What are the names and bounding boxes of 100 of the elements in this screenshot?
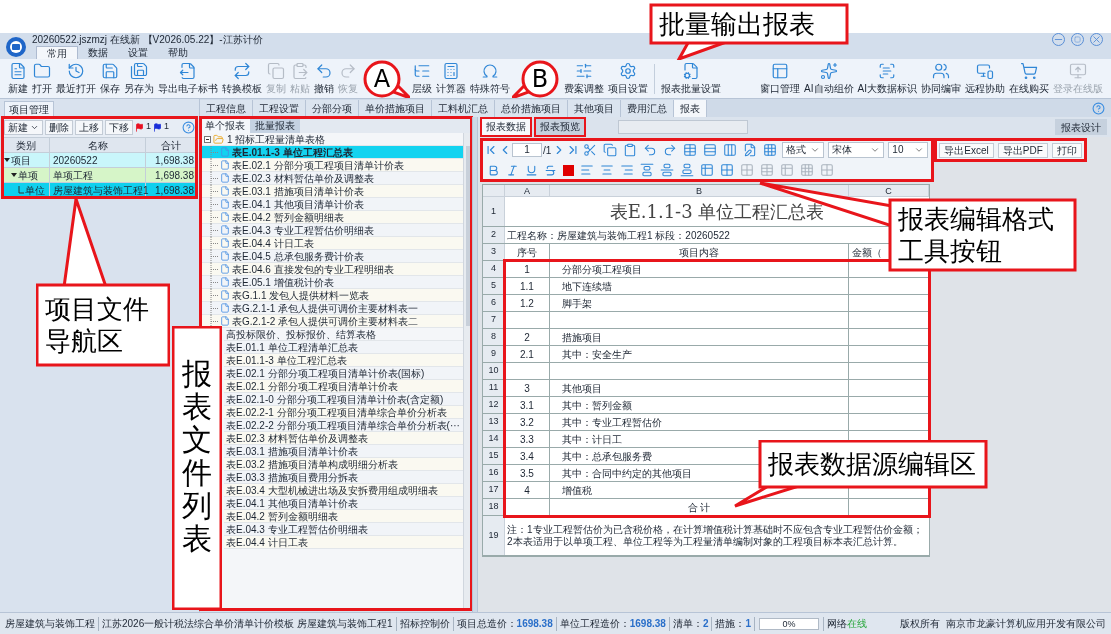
redo-icon[interactable] xyxy=(663,143,678,157)
report-item[interactable]: 表E.02.3 材料暂估单价及调整表 xyxy=(200,172,463,185)
undo-icon[interactable] xyxy=(643,143,658,157)
toolbar-button[interactable]: 窗口管理 xyxy=(758,59,803,98)
italic-icon[interactable] xyxy=(506,163,519,177)
module-tab[interactable]: 报表 xyxy=(674,100,707,117)
report-item[interactable]: 表E.03.3 措施项目费用分拆表 xyxy=(224,471,463,484)
size-select[interactable]: 10 xyxy=(888,142,929,158)
report-item[interactable]: 表E.03.1 措施项目清单计价表 xyxy=(224,445,463,458)
file-edit-icon[interactable] xyxy=(743,143,758,157)
report-view-button[interactable]: 报表数据 xyxy=(482,119,530,135)
app-logo-icon[interactable] xyxy=(5,36,27,58)
toolbar-button[interactable]: 远程协助 xyxy=(963,59,1007,98)
page-input[interactable]: 1 xyxy=(512,143,542,157)
close-icon[interactable] xyxy=(1090,33,1103,46)
toolbar-button[interactable]: 新建 xyxy=(6,59,30,98)
expanded-triangle-icon[interactable] xyxy=(11,172,17,178)
ribbon-tab[interactable]: 常用 xyxy=(36,46,78,59)
table-icon[interactable] xyxy=(760,163,774,177)
report-item[interactable]: 表G.2.1-1 承包人提供可调价主要材料表一 xyxy=(200,302,463,315)
report-item[interactable]: 表E.03.2 措施项目清单构成明细分析表 xyxy=(224,458,463,471)
help-icon[interactable] xyxy=(1092,102,1105,115)
column-header[interactable]: 名称 xyxy=(50,138,146,152)
toolbar-button[interactable]: AI自动组价 xyxy=(802,59,856,98)
report-item[interactable]: 表E.02.2-1 分部分项工程项目清单综合单价分析表 xyxy=(224,406,463,419)
toolbar-button[interactable]: 计算器 xyxy=(434,59,468,98)
flag-icon[interactable] xyxy=(153,122,162,132)
ribbon-tab[interactable]: 设置 xyxy=(118,46,158,59)
report-design-button[interactable]: 报表设计 xyxy=(1055,119,1107,135)
module-tab[interactable]: 费用汇总 xyxy=(621,100,674,117)
module-tab[interactable]: 工料机汇总 xyxy=(432,100,495,117)
toolbar-button[interactable]: 另存为 xyxy=(122,59,156,98)
scissors-icon[interactable] xyxy=(583,143,598,157)
copy-icon[interactable] xyxy=(603,143,618,157)
help-icon[interactable] xyxy=(182,120,195,134)
panel-tab[interactable]: 项目管理 xyxy=(4,101,54,117)
grid-icon[interactable] xyxy=(740,163,754,177)
style-select[interactable]: 格式 xyxy=(782,142,825,158)
ribbon-tab[interactable]: 数据 xyxy=(78,46,118,59)
underline-icon[interactable] xyxy=(525,163,538,177)
list-tab[interactable]: 批量报表 xyxy=(250,117,300,133)
table-icon[interactable] xyxy=(700,163,714,177)
toolbar-button[interactable]: 费案调整 xyxy=(562,59,606,98)
group-label[interactable]: 1 招标工程量清单表格 xyxy=(227,133,326,146)
align-bottom-icon[interactable] xyxy=(680,163,694,177)
report-item[interactable]: 表E.01.1-3 单位工程汇总表 xyxy=(224,354,463,367)
toolbar-button[interactable]: 特殊符号 xyxy=(468,59,512,98)
rows-icon[interactable] xyxy=(703,143,718,157)
panel-button[interactable]: 删除 xyxy=(45,119,73,135)
toolbar-button[interactable]: 撤销 xyxy=(312,59,336,98)
input-field[interactable] xyxy=(618,120,748,134)
report-item[interactable]: 表E.04.1 其他项目清单计价表 xyxy=(224,497,463,510)
toolbar-button[interactable]: 导出电子标书 xyxy=(156,59,220,98)
flag-icon[interactable] xyxy=(135,122,144,132)
report-item[interactable]: 表E.04.3 专业工程暂估价明细表 xyxy=(224,523,463,536)
column-header[interactable]: A xyxy=(504,185,550,196)
report-item[interactable]: 表G.1.1 发包人提供材料一览表 xyxy=(200,289,463,302)
toolbar-button[interactable]: 在线购买 xyxy=(1007,59,1051,98)
module-tab[interactable]: 其他项目 xyxy=(568,100,621,117)
report-item[interactable]: 表G.2.1-2 承包人提供可调价主要材料表二 xyxy=(200,315,463,328)
report-item[interactable]: 表E.02.2-2 分部分项工程项目清单综合单价分析表(··· xyxy=(224,419,463,432)
toolbar-button[interactable]: 报表批量设置 xyxy=(659,59,723,98)
table-icon[interactable] xyxy=(780,163,794,177)
tree-row[interactable]: 项目 20260522 1,698.38 xyxy=(2,153,197,168)
first-page-icon[interactable] xyxy=(484,143,498,157)
report-item[interactable]: 表E.02.1 分部分项工程项目清单计价表 xyxy=(200,159,463,172)
align-center-icon[interactable] xyxy=(600,163,614,177)
grid-icon[interactable] xyxy=(800,163,814,177)
report-item[interactable]: 表E.05.1 增值税计价表 xyxy=(200,276,463,289)
grid-icon[interactable] xyxy=(720,163,734,177)
clipboard-icon[interactable] xyxy=(623,143,638,157)
column-header[interactable]: 类别 xyxy=(2,138,50,152)
ribbon-tab[interactable]: 帮助 xyxy=(158,46,198,59)
toolbar-button[interactable]: 项目设置 xyxy=(606,59,650,98)
toolbar-button[interactable]: 层级 xyxy=(410,59,434,98)
align-top-icon[interactable] xyxy=(640,163,654,177)
report-item[interactable]: 表E.04.3 专业工程暂估价明细表 xyxy=(200,224,463,237)
report-item[interactable]: 表E.02.1-0 分部分项工程项目清单计价表(含定额) xyxy=(224,393,463,406)
column-header[interactable]: 合计 xyxy=(146,138,197,152)
export-button[interactable]: 导出Excel xyxy=(939,142,994,158)
report-item[interactable]: 表E.04.4 计日工表 xyxy=(200,237,463,250)
collapse-icon[interactable] xyxy=(204,135,211,143)
report-item[interactable]: 表E.04.2 暂列金额明细表 xyxy=(224,510,463,523)
panel-button[interactable]: 上移 xyxy=(75,119,103,135)
grid-icon[interactable] xyxy=(820,163,834,177)
report-item[interactable]: 表E.03.1 措施项目清单计价表 xyxy=(200,185,463,198)
list-tab[interactable]: 单个报表 xyxy=(200,117,250,133)
report-item[interactable]: 表E.02.1 分部分项工程项目清单计价表 xyxy=(224,380,463,393)
font-select[interactable]: 宋体 xyxy=(828,142,885,158)
strikethrough-icon[interactable] xyxy=(544,163,557,177)
export-button[interactable]: 导出PDF xyxy=(997,142,1048,158)
report-item[interactable]: 表E.01.1-3 单位工程汇总表 xyxy=(200,146,463,159)
toolbar-button[interactable]: 打开 xyxy=(30,59,54,98)
toolbar-button[interactable]: AI大数据标识 xyxy=(855,59,919,98)
report-item[interactable]: 表E.02.3 材料暂估单价及调整表 xyxy=(224,432,463,445)
panel-button[interactable]: 下移 xyxy=(105,119,133,135)
toolbar-button[interactable]: 保存 xyxy=(98,59,122,98)
new-dropdown-button[interactable]: 新建 xyxy=(4,119,43,135)
report-item[interactable]: 表E.02.1 分部分项工程项目清单计价表(国标) xyxy=(224,367,463,380)
toolbar-button[interactable]: 协同编审 xyxy=(919,59,963,98)
